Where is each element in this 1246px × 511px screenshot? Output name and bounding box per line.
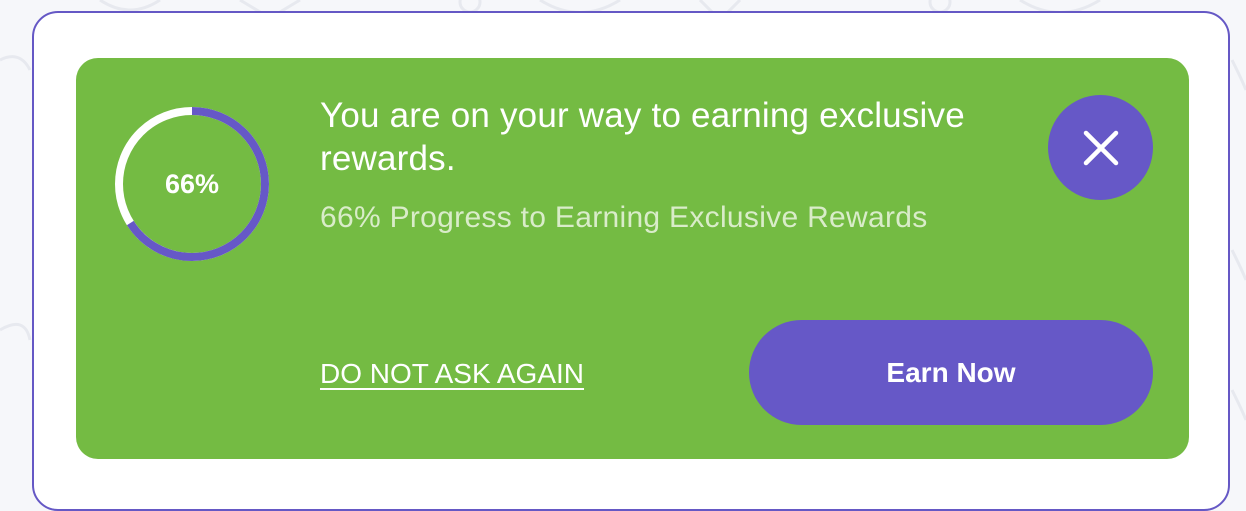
do-not-ask-again-link[interactable]: DO NOT ASK AGAIN (320, 356, 584, 392)
close-button[interactable] (1048, 95, 1153, 200)
progress-ring: 66% (112, 104, 272, 264)
rewards-banner: 66% You are on your way to earning exclu… (76, 58, 1189, 459)
headline: You are on your way to earning exclusive… (320, 96, 965, 178)
earn-now-button[interactable]: Earn Now (749, 320, 1153, 425)
close-icon (1083, 130, 1118, 165)
progress-percent-label: 66% (164, 168, 220, 199)
message-block: You are on your way to earning exclusive… (320, 94, 1000, 238)
progress-description: 66% Progress to Earning Exclusive Reward… (320, 201, 928, 234)
